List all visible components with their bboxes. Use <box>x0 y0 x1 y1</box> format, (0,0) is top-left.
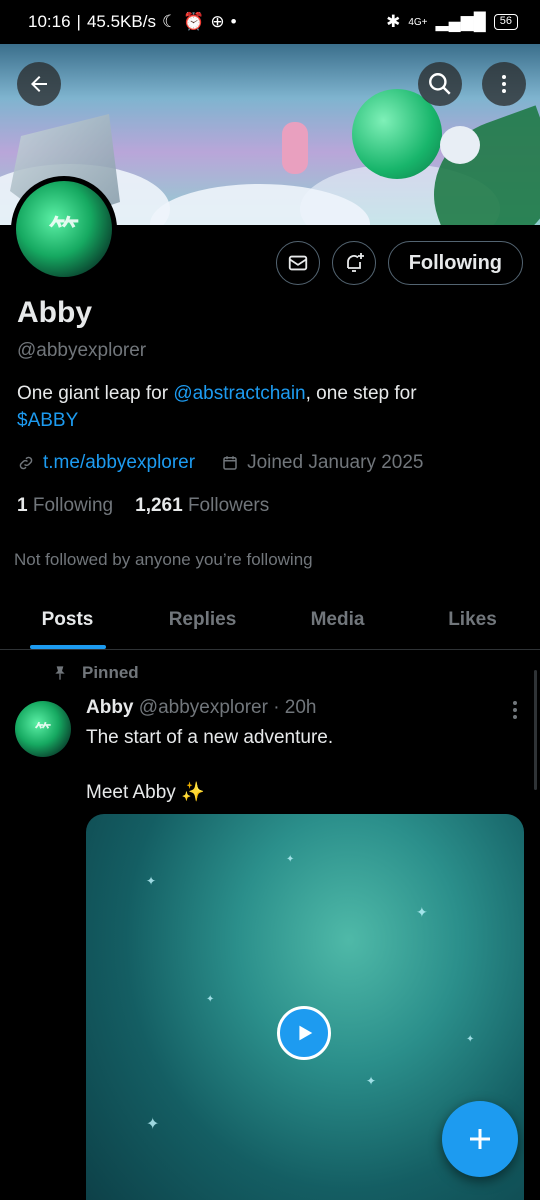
search-button[interactable] <box>418 62 462 106</box>
plus-circle-icon: ⊕ <box>210 12 225 31</box>
mail-icon <box>288 255 307 271</box>
following-button[interactable]: Following <box>387 241 523 285</box>
tab-likes[interactable]: Likes <box>405 590 540 649</box>
alarm-icon: ⏰ <box>183 12 205 31</box>
pin-icon <box>55 666 65 680</box>
bell-plus-icon <box>346 253 364 272</box>
sparkle-decoration: ✦ <box>416 904 428 920</box>
profile-tabs: Posts Replies Media Likes <box>0 590 540 650</box>
banner-penguin <box>440 126 480 164</box>
avatar-image: ⺮ <box>16 181 112 277</box>
bio-text: One giant leap for <box>17 383 174 404</box>
status-right: ✱ 4G+ ▂▄▆█ 56 <box>386 12 518 32</box>
avatar-image: ⺮ <box>15 701 71 757</box>
pinned-label: Pinned <box>82 663 139 682</box>
not-followed-notice: Not followed by anyone you’re following <box>14 550 313 569</box>
search-icon <box>429 73 451 95</box>
tab-media[interactable]: Media <box>270 590 405 649</box>
scrollbar[interactable] <box>534 670 537 790</box>
moon-icon: ☾ <box>161 12 178 31</box>
post-author-name[interactable]: Abby <box>86 697 134 718</box>
network-label: 4G+ <box>408 16 428 28</box>
sparkle-decoration: ✦ <box>366 1074 377 1088</box>
more-vertical-icon <box>502 75 506 93</box>
profile-name: Abby <box>17 296 92 329</box>
tab-replies[interactable]: Replies <box>135 590 270 649</box>
post-more-button[interactable] <box>512 700 518 726</box>
bio-mention-link[interactable]: @abstractchain <box>173 383 305 404</box>
following-count-link[interactable]: 1 Following <box>17 495 113 517</box>
battery-icon: 56 <box>493 14 518 30</box>
play-icon <box>299 1025 313 1041</box>
back-arrow-icon <box>31 76 47 92</box>
post-text: Meet Abby ✨ <box>86 782 205 803</box>
profile-handle: @abbyexplorer <box>17 340 147 361</box>
post-handle-time: @abbyexplorer · 20h <box>138 697 317 718</box>
tab-posts[interactable]: Posts <box>0 590 135 649</box>
website-link[interactable]: t.me/abbyexplorer <box>43 452 195 474</box>
follow-counts: 1 Following 1,261 Followers <box>17 495 269 517</box>
post-text: The start of a new adventure. <box>86 727 334 748</box>
back-button[interactable] <box>17 62 61 106</box>
pinned-indicator: Pinned <box>52 663 139 683</box>
sparkle-decoration: ✦ <box>206 994 215 1005</box>
signal-icon: ▂▄▆█ <box>435 12 486 31</box>
sparkle-decoration: ✦ <box>146 1116 160 1133</box>
profile-actions: Following <box>275 241 523 285</box>
notify-button[interactable] <box>331 241 376 285</box>
more-vertical-icon <box>513 701 517 719</box>
status-bar: 10:16 | 45.5KB/s ☾ ⏰ ⊕ • ✱ 4G+ ▂▄▆█ 56 <box>0 0 540 44</box>
more-options-button[interactable] <box>482 62 526 106</box>
status-left: 10:16 | 45.5KB/s ☾ ⏰ ⊕ • <box>28 12 237 31</box>
status-time: 10:16 <box>28 12 71 31</box>
play-button[interactable] <box>277 1006 331 1060</box>
profile-bio: One giant leap for @abstractchain, one s… <box>17 380 517 434</box>
message-button[interactable] <box>275 241 320 285</box>
status-net-speed: 45.5KB/s <box>86 12 156 31</box>
sparkle-decoration: ✦ <box>146 874 157 888</box>
followers-count-link[interactable]: 1,261 Followers <box>135 495 269 517</box>
plus-icon <box>470 1129 490 1149</box>
banner-character-small <box>282 122 308 174</box>
post-author-avatar[interactable]: ⺮ <box>15 701 71 757</box>
joined-date: Joined January 2025 <box>247 452 424 473</box>
compose-post-button[interactable] <box>442 1101 518 1177</box>
link-icon <box>19 456 33 470</box>
profile-meta: t.me/abbyexplorer Joined January 2025 <box>17 452 424 474</box>
sparkle-decoration: ✦ <box>466 1034 475 1045</box>
calendar-icon <box>223 456 237 470</box>
bluetooth-icon: ✱ <box>386 12 401 31</box>
post-header: Abby @abbyexplorer · 20h <box>86 697 317 719</box>
profile-avatar[interactable]: ⺮ <box>11 176 117 282</box>
bio-text-middle: , one step for <box>305 383 417 404</box>
sparkle-decoration: ✦ <box>286 854 295 865</box>
bio-cashtag-link[interactable]: $ABBY <box>17 410 78 431</box>
